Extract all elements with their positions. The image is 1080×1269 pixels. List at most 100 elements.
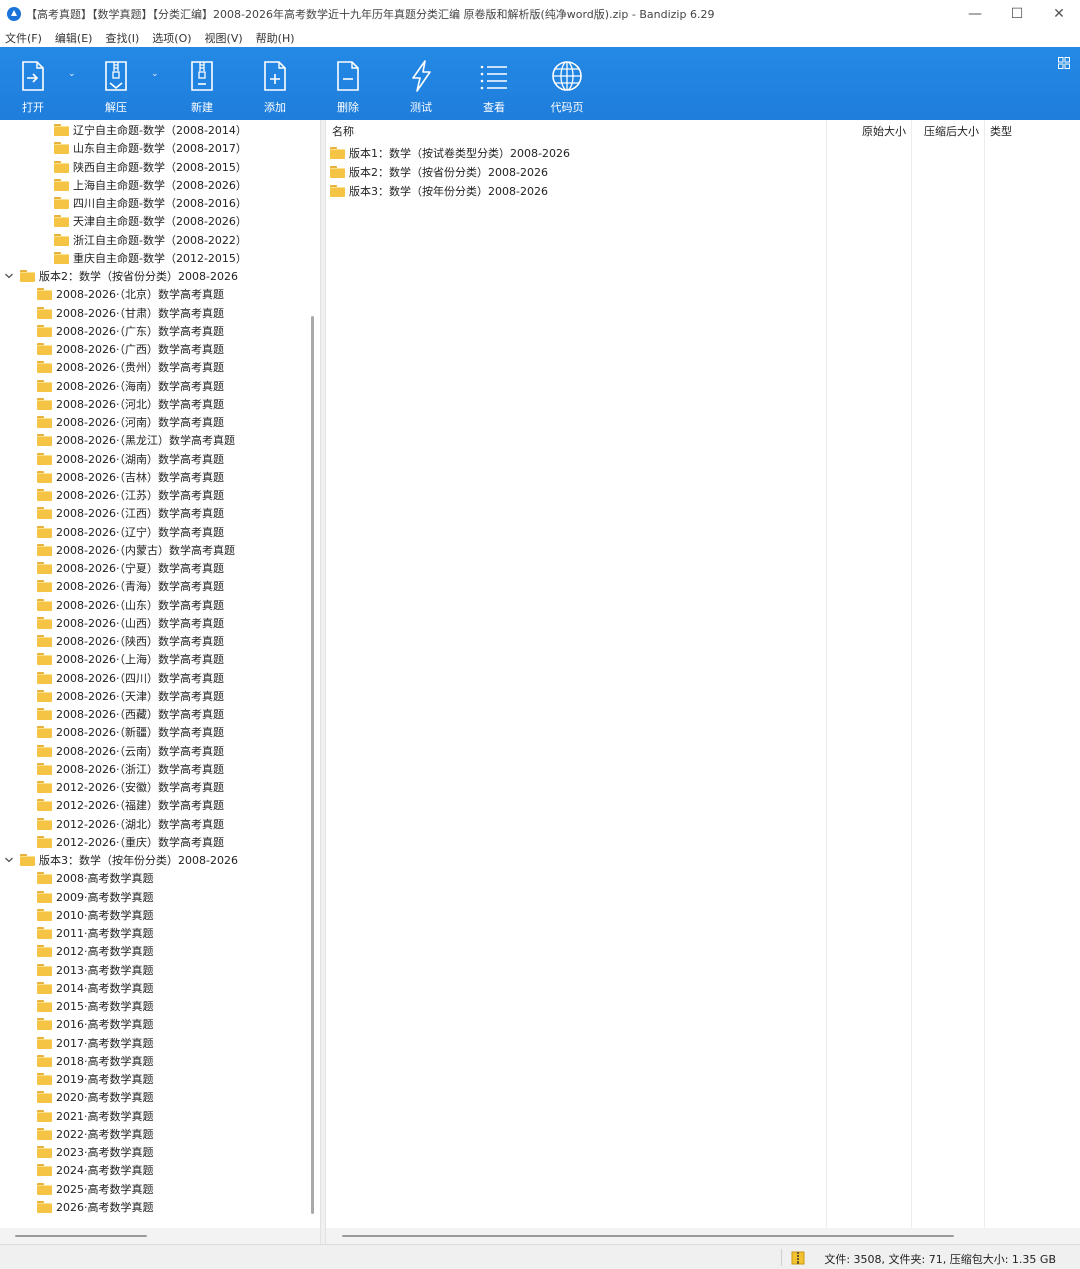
- tree-item-v2-child[interactable]: 2008-2026·（西藏）数学高考真题: [0, 705, 224, 723]
- folder-icon: [37, 397, 52, 410]
- tree-item-v1-child[interactable]: 陕西自主命题-数学（2008-2015）: [0, 158, 247, 176]
- menu-find[interactable]: 查找(I): [105, 30, 139, 46]
- tree-item-v2-child[interactable]: 2012-2026·（湖北）数学高考真题: [0, 815, 224, 833]
- layout-grid-icon[interactable]: [1058, 57, 1070, 69]
- tree-item-v1-child[interactable]: 浙江自主命题-数学（2008-2022）: [0, 231, 247, 249]
- tree-item-v2-child[interactable]: 2012-2026·（重庆）数学高考真题: [0, 833, 224, 851]
- tree-item-v3-child[interactable]: 2017·高考数学真题: [0, 1034, 154, 1052]
- menu-view[interactable]: 视图(V): [205, 30, 243, 46]
- tree-item-version2[interactable]: 版本2：数学（按省份分类）2008-2026: [0, 267, 238, 285]
- tree-item-v2-child[interactable]: 2008-2026·（河北）数学高考真题: [0, 395, 224, 413]
- column-header-compressed-size[interactable]: 压缩后大小: [924, 120, 979, 142]
- column-header-original-size[interactable]: 原始大小: [862, 120, 906, 142]
- delete-button[interactable]: 删除: [329, 47, 367, 120]
- tree-item-v1-child[interactable]: 上海自主命题-数学（2008-2026）: [0, 176, 247, 194]
- tree-item-v2-child[interactable]: 2008-2026·（上海）数学高考真题: [0, 650, 224, 668]
- file-row-version2[interactable]: 版本2：数学（按省份分类）2008-2026: [330, 162, 548, 181]
- tree-item-v3-child[interactable]: 2024·高考数学真题: [0, 1161, 154, 1179]
- maximize-button[interactable]: ☐: [996, 0, 1038, 28]
- file-list-pane[interactable]: 名称 ^ 原始大小 压缩后大小 类型 版本1：数学（按试卷类型分类）2008-2…: [326, 120, 1080, 1228]
- tree-item-v3-child[interactable]: 2009·高考数学真题: [0, 888, 154, 906]
- tree-item-v2-child[interactable]: 2008-2026·（云南）数学高考真题: [0, 742, 224, 760]
- file-row-version1[interactable]: 版本1：数学（按试卷类型分类）2008-2026: [330, 143, 570, 162]
- codepage-button[interactable]: 代码页: [546, 47, 588, 120]
- tree-item-v2-child[interactable]: 2008-2026·（北京）数学高考真题: [0, 285, 224, 303]
- tree-item-version3[interactable]: 版本3：数学（按年份分类）2008-2026: [0, 851, 238, 869]
- tree-item-v2-child[interactable]: 2008-2026·（广西）数学高考真题: [0, 340, 224, 358]
- tree-item-v1-child[interactable]: 辽宁自主命题-数学（2008-2014）: [0, 121, 247, 139]
- extract-dropdown-icon[interactable]: ⌄: [151, 69, 159, 79]
- tree-item-v2-child[interactable]: 2008-2026·（山东）数学高考真题: [0, 596, 224, 614]
- column-divider[interactable]: [911, 120, 912, 1228]
- column-divider[interactable]: [984, 120, 985, 1228]
- tree-item-v2-child[interactable]: 2008-2026·（浙江）数学高考真题: [0, 760, 224, 778]
- tree-item-v2-child[interactable]: 2008-2026·（江西）数学高考真题: [0, 504, 224, 522]
- tree-item-v3-child[interactable]: 2013·高考数学真题: [0, 961, 154, 979]
- tree-item-v1-child[interactable]: 四川自主命题-数学（2008-2016）: [0, 194, 247, 212]
- tree-item-v1-child[interactable]: 山东自主命题-数学（2008-2017）: [0, 139, 247, 157]
- column-header-name[interactable]: 名称: [332, 120, 354, 142]
- tree-item-v3-child[interactable]: 2011·高考数学真题: [0, 924, 154, 942]
- column-divider[interactable]: [826, 120, 827, 1228]
- tree-item-v2-child[interactable]: 2008-2026·（陕西）数学高考真题: [0, 632, 224, 650]
- tree-item-v2-child[interactable]: 2012-2026·（安徽）数学高考真题: [0, 778, 224, 796]
- tree-item-v2-child[interactable]: 2008-2026·（吉林）数学高考真题: [0, 468, 224, 486]
- tree-item-v3-child[interactable]: 2023·高考数学真题: [0, 1143, 154, 1161]
- open-button[interactable]: 打开: [14, 47, 52, 120]
- tree-vertical-scrollbar[interactable]: [311, 316, 314, 1214]
- tree-item-v3-child[interactable]: 2015·高考数学真题: [0, 997, 154, 1015]
- tree-item-v2-child[interactable]: 2008-2026·（辽宁）数学高考真题: [0, 523, 224, 541]
- tree-item-v3-child[interactable]: 2025·高考数学真题: [0, 1180, 154, 1198]
- minimize-button[interactable]: —: [954, 0, 996, 28]
- tree-item-v2-child[interactable]: 2008-2026·（江苏）数学高考真题: [0, 486, 224, 504]
- add-button[interactable]: 添加: [256, 47, 294, 120]
- tree-item-v2-child[interactable]: 2008-2026·（贵州）数学高考真题: [0, 358, 224, 376]
- chevron-down-icon[interactable]: [4, 855, 14, 865]
- tree-item-v3-child[interactable]: 2019·高考数学真题: [0, 1070, 154, 1088]
- tree-item-v2-child[interactable]: 2008-2026·（河南）数学高考真题: [0, 413, 224, 431]
- tree-item-v2-child[interactable]: 2008-2026·（新疆）数学高考真题: [0, 723, 224, 741]
- menu-file[interactable]: 文件(F): [5, 30, 42, 46]
- tree-item-v2-child[interactable]: 2008-2026·（广东）数学高考真题: [0, 322, 224, 340]
- tree-item-v3-child[interactable]: 2016·高考数学真题: [0, 1015, 154, 1033]
- tree-item-v1-child[interactable]: 天津自主命题-数学（2008-2026）: [0, 212, 247, 230]
- tree-item-v3-child[interactable]: 2010·高考数学真题: [0, 906, 154, 924]
- tree-item-v3-child[interactable]: 2014·高考数学真题: [0, 979, 154, 997]
- tree-item-v2-child[interactable]: 2008-2026·（天津）数学高考真题: [0, 687, 224, 705]
- test-button[interactable]: 测试: [402, 47, 440, 120]
- tree-item-v2-child[interactable]: 2008-2026·（内蒙古）数学高考真题: [0, 541, 235, 559]
- tree-item-v2-child[interactable]: 2008-2026·（甘肃）数学高考真题: [0, 304, 224, 322]
- view-button[interactable]: 查看: [475, 47, 513, 120]
- new-archive-button[interactable]: 新建: [183, 47, 221, 120]
- tree-item-v2-child[interactable]: 2008-2026·（宁夏）数学高考真题: [0, 559, 224, 577]
- tree-item-v3-child[interactable]: 2012·高考数学真题: [0, 942, 154, 960]
- tree-item-v3-child[interactable]: 2020·高考数学真题: [0, 1088, 154, 1106]
- menu-options[interactable]: 选项(O): [152, 30, 191, 46]
- tree-item-v1-child[interactable]: 重庆自主命题-数学（2012-2015）: [0, 249, 247, 267]
- file-row-version3[interactable]: 版本3：数学（按年份分类）2008-2026: [330, 181, 548, 200]
- tree-item-v3-child[interactable]: 2026·高考数学真题: [0, 1198, 154, 1216]
- tree-item-label: 2008-2026·（西藏）数学高考真题: [56, 708, 224, 721]
- folder-tree-pane[interactable]: 辽宁自主命题-数学（2008-2014） 山东自主命题-数学（2008-2017）…: [0, 120, 320, 1228]
- tree-item-v3-child[interactable]: 2021·高考数学真题: [0, 1107, 154, 1125]
- tree-item-v2-child[interactable]: 2008-2026·（湖南）数学高考真题: [0, 450, 224, 468]
- window-title: 【高考真题】【数学真题】【分类汇编】2008-2026年高考数学近十九年历年真题…: [26, 8, 715, 21]
- close-button[interactable]: ✕: [1038, 0, 1080, 28]
- menu-edit[interactable]: 编辑(E): [55, 30, 93, 46]
- tree-item-v2-child[interactable]: 2008-2026·（黑龙江）数学高考真题: [0, 431, 235, 449]
- tree-item-v2-child[interactable]: 2008-2026·（山西）数学高考真题: [0, 614, 224, 632]
- tree-item-v2-child[interactable]: 2008-2026·（四川）数学高考真题: [0, 669, 224, 687]
- column-header-type[interactable]: 类型: [990, 120, 1012, 142]
- tree-item-v2-child[interactable]: 2012-2026·（福建）数学高考真题: [0, 796, 224, 814]
- tree-item-v2-child[interactable]: 2008-2026·（海南）数学高考真题: [0, 377, 224, 395]
- tree-item-v3-child[interactable]: 2008·高考数学真题: [0, 869, 154, 887]
- menu-help[interactable]: 帮助(H): [256, 30, 295, 46]
- tree-item-v2-child[interactable]: 2008-2026·（青海）数学高考真题: [0, 577, 224, 595]
- chevron-down-icon[interactable]: [4, 271, 14, 281]
- tree-item-v3-child[interactable]: 2018·高考数学真题: [0, 1052, 154, 1070]
- tree-item-v3-child[interactable]: 2022·高考数学真题: [0, 1125, 154, 1143]
- open-dropdown-icon[interactable]: ⌄: [68, 69, 76, 79]
- list-horizontal-scroll-thumb[interactable]: [342, 1235, 954, 1237]
- extract-button[interactable]: 解压: [97, 47, 135, 120]
- tree-horizontal-scroll-thumb[interactable]: [15, 1235, 147, 1237]
